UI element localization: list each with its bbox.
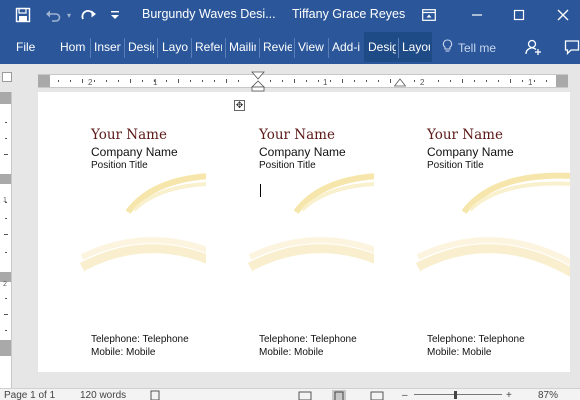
svg-text:1: 1 [3, 197, 7, 204]
ruler-ticks: 2 1 1 2 1 [58, 78, 547, 87]
horizontal-ruler[interactable]: 2 1 1 2 1 [38, 74, 568, 88]
close-icon[interactable] [552, 5, 574, 25]
indent-marker-icon[interactable] [251, 64, 265, 92]
page-count[interactable]: Page 1 of 1 [4, 390, 55, 400]
svg-text:2: 2 [3, 281, 7, 288]
svg-text:1: 1 [323, 78, 328, 87]
business-card[interactable]: Your Name Company Name Position Title Te… [206, 92, 374, 372]
tab-separator [90, 38, 91, 58]
proofing-icon[interactable] [150, 390, 162, 400]
lightbulb-icon [442, 39, 453, 56]
card-name[interactable]: Your Name [427, 127, 503, 143]
card-name[interactable]: Your Name [259, 127, 335, 143]
tab-mailings[interactable]: Mailings [229, 39, 256, 57]
tab-review[interactable]: Review [263, 39, 292, 57]
tab-insert[interactable]: Insert [94, 39, 121, 57]
tab-separator [191, 38, 192, 58]
svg-text:1: 1 [528, 78, 533, 87]
maximize-icon[interactable] [508, 5, 530, 25]
customize-qat-icon[interactable] [108, 5, 122, 25]
read-mode-icon[interactable] [298, 390, 312, 400]
tab-separator [328, 38, 329, 58]
print-layout-icon[interactable] [332, 390, 346, 400]
ruler-area: 2 1 1 2 1 [0, 64, 580, 92]
text-cursor [260, 184, 261, 197]
svg-text:1: 1 [153, 78, 158, 87]
tab-separator [259, 38, 260, 58]
card-telephone[interactable]: Telephone: Telephone [259, 334, 357, 345]
card-mobile[interactable]: Mobile: Mobile [91, 347, 155, 358]
tell-me-label: Tell me [458, 40, 497, 55]
vruler-ticks: 1 2 [3, 122, 8, 331]
tab-separator [398, 38, 399, 58]
business-card[interactable]: Your Name Company Name Position Title Te… [38, 92, 206, 372]
web-layout-icon[interactable] [370, 390, 384, 400]
save-icon[interactable] [12, 5, 34, 25]
card-telephone[interactable]: Telephone: Telephone [91, 334, 189, 345]
tab-table-design[interactable]: Design [368, 39, 396, 57]
card-position[interactable]: Position Title [259, 160, 316, 171]
tab-table-layout[interactable]: Layout [402, 39, 430, 57]
card-position[interactable]: Position Title [91, 160, 148, 171]
status-bar: Page 1 of 1 120 words – + 87% [0, 388, 580, 400]
card-mobile[interactable]: Mobile: Mobile [259, 347, 323, 358]
redo-icon[interactable] [78, 5, 100, 25]
comments-icon[interactable] [564, 39, 580, 60]
ribbon-display-icon[interactable] [418, 5, 440, 25]
card-company[interactable]: Company Name [427, 145, 514, 159]
ribbon-tabs: File Home Insert Design Layout Reference… [0, 30, 580, 64]
user-name[interactable]: Tiffany Grace Reyes [292, 7, 405, 21]
undo-icon[interactable] [42, 5, 64, 25]
business-card[interactable]: Your Name Company Name Position Title Te… [374, 92, 570, 372]
tab-design[interactable]: Design [128, 39, 154, 57]
zoom-slider[interactable] [414, 394, 502, 395]
zoom-in-icon[interactable]: + [506, 390, 512, 400]
minimize-icon[interactable] [466, 5, 488, 25]
tab-layout[interactable]: Layout [162, 39, 188, 57]
tell-me-box[interactable]: Tell me [442, 39, 496, 56]
card-position[interactable]: Position Title [427, 160, 484, 171]
tab-add-ins[interactable]: Add-ins [332, 39, 360, 57]
zoom-out-icon[interactable]: – [402, 390, 408, 400]
card-name[interactable]: Your Name [91, 127, 167, 143]
tab-view[interactable]: View [298, 39, 326, 57]
tab-references[interactable]: References [195, 39, 222, 57]
undo-dropdown-icon[interactable]: ▾ [64, 5, 74, 25]
share-icon[interactable] [524, 38, 542, 61]
zoom-slider-thumb[interactable] [454, 391, 457, 399]
card-telephone[interactable]: Telephone: Telephone [427, 334, 525, 345]
tab-home[interactable]: Home [60, 39, 86, 57]
card-mobile[interactable]: Mobile: Mobile [427, 347, 491, 358]
tab-file[interactable]: File [16, 39, 42, 57]
card-company[interactable]: Company Name [91, 145, 178, 159]
vertical-ruler[interactable]: 1 2 [0, 92, 12, 388]
right-indent-marker-icon[interactable] [394, 78, 406, 88]
tab-separator [225, 38, 226, 58]
title-bar: ▾ Burgundy Waves Desi... Tiffany Grace R… [0, 0, 580, 30]
tab-separator [294, 38, 295, 58]
svg-text:2: 2 [88, 78, 93, 87]
svg-text:2: 2 [420, 78, 425, 87]
card-company[interactable]: Company Name [259, 145, 346, 159]
tab-separator [124, 38, 125, 58]
word-count[interactable]: 120 words [80, 390, 126, 400]
document-title: Burgundy Waves Desi... [142, 7, 276, 21]
tab-selector[interactable] [2, 72, 12, 82]
tab-separator [157, 38, 158, 58]
document-page[interactable]: ✥ Your Name Company Name Position Title … [38, 92, 570, 372]
zoom-level[interactable]: 87% [538, 390, 558, 400]
